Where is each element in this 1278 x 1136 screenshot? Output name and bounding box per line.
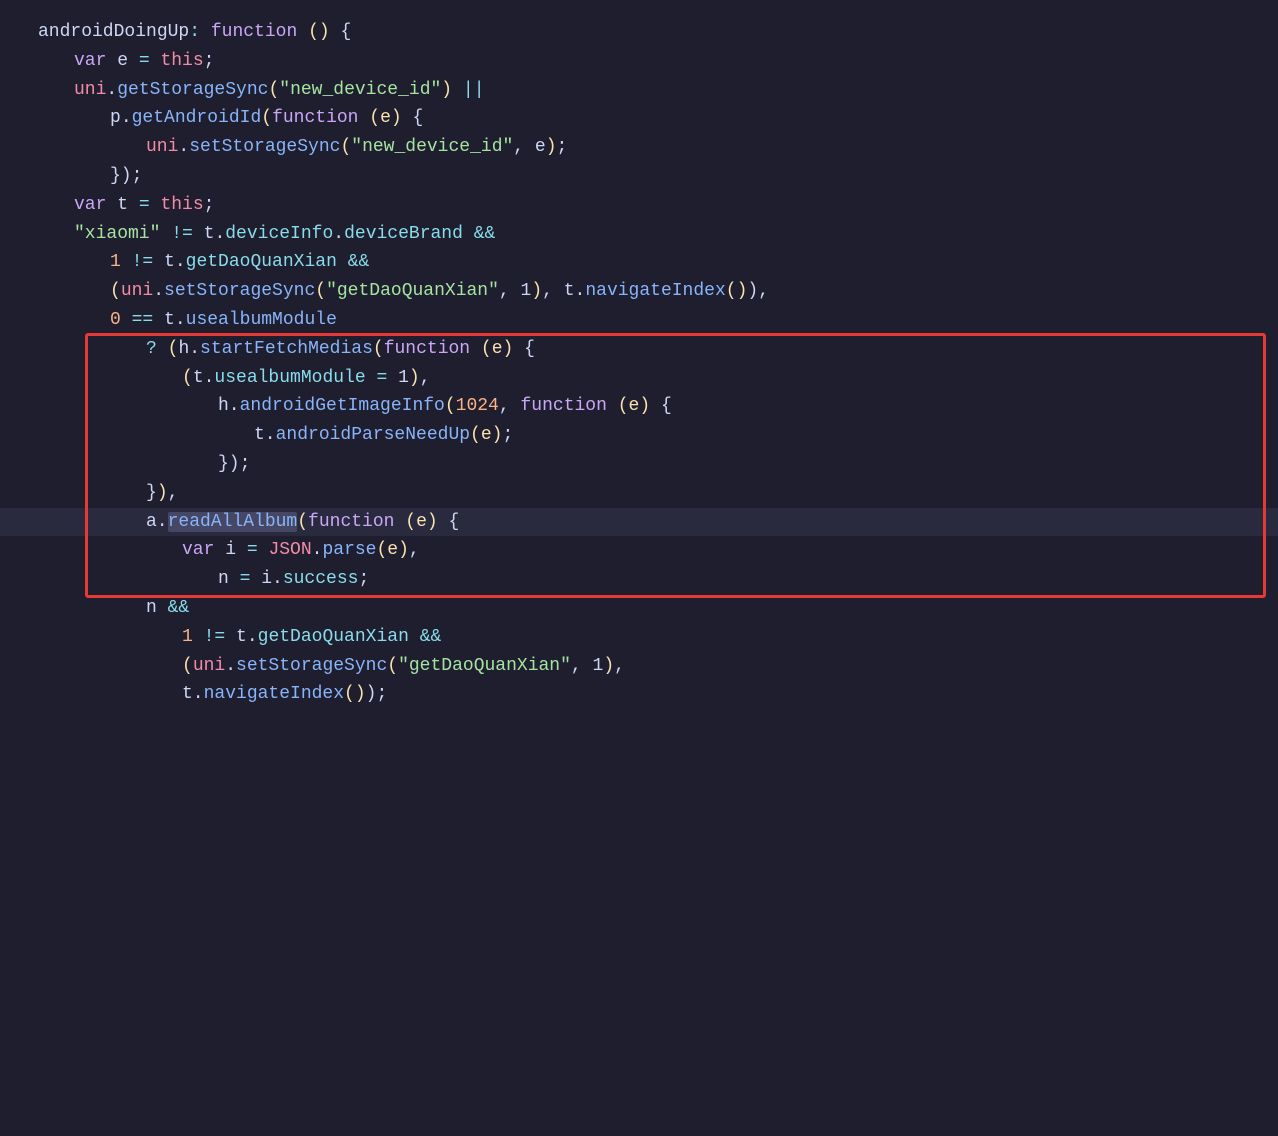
code-tokens: (t.usealbumModule = 1), (182, 364, 1278, 393)
code-line: 1 != t.getDaoQuanXian && (0, 248, 1278, 277)
code-tokens: a.readAllAlbum(function (e) { (146, 508, 1278, 537)
code-line: 1 != t.getDaoQuanXian && (0, 623, 1278, 652)
code-line: var i = JSON.parse(e), (0, 536, 1278, 565)
code-tokens: h.androidGetImageInfo(1024, function (e)… (218, 392, 1278, 421)
code-tokens: 0 == t.usealbumModule (110, 306, 1278, 335)
code-editor: androidDoingUp: function () {var e = thi… (0, 0, 1278, 1136)
code-tokens: }), (146, 479, 1278, 508)
code-line: }), (0, 479, 1278, 508)
code-line: (uni.setStorageSync("getDaoQuanXian", 1)… (0, 277, 1278, 306)
code-tokens: ? (h.startFetchMedias(function (e) { (146, 335, 1278, 364)
code-tokens: p.getAndroidId(function (e) { (110, 104, 1278, 133)
code-line: 0 == t.usealbumModule (0, 306, 1278, 335)
code-tokens: 1 != t.getDaoQuanXian && (110, 248, 1278, 277)
code-tokens: (uni.setStorageSync("getDaoQuanXian", 1)… (182, 652, 1278, 681)
code-line: var e = this; (0, 47, 1278, 76)
code-line: ? (h.startFetchMedias(function (e) { (0, 335, 1278, 364)
code-tokens: "xiaomi" != t.deviceInfo.deviceBrand && (74, 220, 1278, 249)
code-line: n = i.success; (0, 565, 1278, 594)
code-tokens: }); (110, 162, 1278, 191)
code-tokens: uni.getStorageSync("new_device_id") || (74, 76, 1278, 105)
code-line: var t = this; (0, 191, 1278, 220)
code-line: }); (0, 450, 1278, 479)
code-line: n && (0, 594, 1278, 623)
code-line: a.readAllAlbum(function (e) { (0, 508, 1278, 537)
code-line: }); (0, 162, 1278, 191)
code-tokens: uni.setStorageSync("new_device_id", e); (146, 133, 1278, 162)
code-line: t.navigateIndex()); (0, 680, 1278, 709)
code-line: t.androidParseNeedUp(e); (0, 421, 1278, 450)
code-tokens: t.androidParseNeedUp(e); (254, 421, 1278, 450)
code-tokens: androidDoingUp: function () { (38, 18, 1278, 47)
code-line: uni.getStorageSync("new_device_id") || (0, 76, 1278, 105)
code-tokens: }); (218, 450, 1278, 479)
code-line: (t.usealbumModule = 1), (0, 364, 1278, 393)
code-line: androidDoingUp: function () { (0, 18, 1278, 47)
code-tokens: 1 != t.getDaoQuanXian && (182, 623, 1278, 652)
code-line: (uni.setStorageSync("getDaoQuanXian", 1)… (0, 652, 1278, 681)
code-tokens: var i = JSON.parse(e), (182, 536, 1278, 565)
code-tokens: (uni.setStorageSync("getDaoQuanXian", 1)… (110, 277, 1278, 306)
code-tokens: n && (146, 594, 1278, 623)
code-line: uni.setStorageSync("new_device_id", e); (0, 133, 1278, 162)
code-tokens: var t = this; (74, 191, 1278, 220)
code-tokens: n = i.success; (218, 565, 1278, 594)
code-tokens: t.navigateIndex()); (182, 680, 1278, 709)
code-line: h.androidGetImageInfo(1024, function (e)… (0, 392, 1278, 421)
code-tokens: var e = this; (74, 47, 1278, 76)
code-line: p.getAndroidId(function (e) { (0, 104, 1278, 133)
code-line: "xiaomi" != t.deviceInfo.deviceBrand && (0, 220, 1278, 249)
